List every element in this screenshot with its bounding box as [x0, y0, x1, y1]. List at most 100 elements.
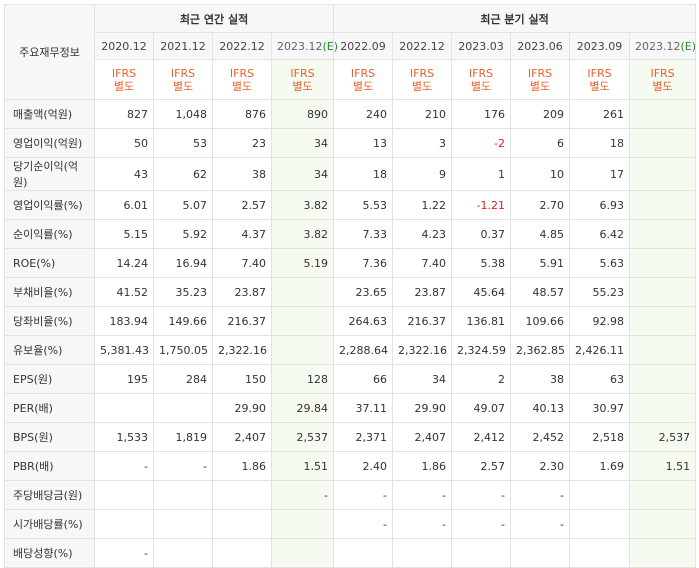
table-cell [212, 509, 272, 539]
table-cell: 29.90 [392, 393, 453, 423]
table-cell [629, 538, 697, 568]
table-cell: 7.40 [212, 248, 272, 278]
table-cell [94, 393, 154, 423]
table-cell [629, 219, 697, 249]
table-cell: 7.33 [333, 219, 394, 249]
annual-group-header: 최근 연간 실적 [93, 4, 335, 33]
table-cell [153, 393, 213, 423]
table-cell: 3.82 [270, 219, 335, 249]
table-cell: 5.63 [569, 248, 631, 278]
table-cell [510, 538, 571, 568]
row-label: 유보율(%) [4, 335, 95, 365]
row-label: EPS(원) [4, 364, 95, 394]
table-cell: 5,381.43 [94, 335, 154, 365]
ifrs-line2: 별도 [529, 79, 551, 93]
ifrs-basis-label: IFRS 별도 [569, 59, 631, 100]
ifrs-basis-label: IFRS 별도 [153, 59, 213, 100]
table-cell: -2 [451, 128, 512, 158]
table-cell: 7.40 [392, 248, 453, 278]
table-cell: 1.22 [392, 190, 453, 220]
quarterly-group-header: 최근 분기 실적 [333, 4, 697, 33]
table-cell: 9 [392, 157, 453, 191]
table-cell: 6 [510, 128, 571, 158]
table-cell [153, 538, 213, 568]
table-cell: 23.65 [333, 277, 394, 307]
table-cell: 29.84 [270, 393, 335, 423]
ifrs-line2: 별도 [652, 79, 673, 93]
table-cell: - [451, 480, 512, 510]
table-cell: 1.69 [569, 451, 631, 481]
period-header: 2022.12 [212, 32, 272, 60]
table-cell: 0.37 [451, 219, 512, 249]
estimate-marker: (E) [322, 39, 339, 53]
table-cell [270, 277, 335, 307]
ifrs-line1: IFRS [229, 66, 255, 80]
row-label: 주당배당금(원) [4, 480, 95, 510]
estimate-marker: (E) [680, 39, 697, 53]
table-cell: 34 [392, 364, 453, 394]
table-cell: 18 [333, 157, 394, 191]
table-cell: 149.66 [153, 306, 213, 336]
ifrs-line2: 별도 [352, 79, 374, 93]
table-cell: 150 [212, 364, 272, 394]
table-cell: 2.57 [212, 190, 272, 220]
table-cell: - [392, 480, 453, 510]
table-cell: - [510, 509, 571, 539]
table-cell: - [510, 480, 571, 510]
table-cell: - [153, 451, 213, 481]
period-label: 2023.12 [277, 39, 323, 53]
table-cell [629, 364, 697, 394]
table-cell: 17 [569, 157, 631, 191]
table-cell: 5.91 [510, 248, 571, 278]
table-cell: 2 [451, 364, 512, 394]
table-cell: 890 [270, 99, 335, 129]
table-cell: - [270, 480, 335, 510]
row-label: 순이익률(%) [4, 219, 95, 249]
table-cell: 40.13 [510, 393, 571, 423]
table-row: 시가배당률(%) - - - - [4, 509, 697, 539]
table-cell [212, 480, 272, 510]
period-header: 2022.12 [392, 32, 453, 60]
table-cell [629, 393, 697, 423]
table-cell: 2.30 [510, 451, 571, 481]
table-cell: 216.37 [392, 306, 453, 336]
financial-summary-table: 주요재무정보 최근 연간 실적 최근 분기 실적 2020.12 2021.12 2… [4, 4, 697, 568]
table-cell: 1.86 [212, 451, 272, 481]
table-row: 매출액(억원) 827 1,048 876 890 240 210 176 209 261 [4, 99, 697, 129]
table-cell [451, 538, 512, 568]
table-cell: 2.57 [451, 451, 512, 481]
period-label: 2022.12 [399, 39, 445, 53]
table-row: 주당배당금(원) - - - - - [4, 480, 697, 510]
table-cell: - [94, 538, 154, 568]
period-label: 2023.12 [635, 39, 681, 53]
ifrs-line2: 별도 [292, 79, 313, 93]
table-cell: 29.90 [212, 393, 272, 423]
table-cell: 876 [212, 99, 272, 129]
table-cell: 23.87 [392, 277, 453, 307]
table-cell: 195 [94, 364, 154, 394]
row-label: 영업이익(억원) [4, 128, 95, 158]
table-cell: 14.24 [94, 248, 154, 278]
period-label: 2023.09 [576, 39, 623, 53]
row-label: 배당성향(%) [4, 538, 95, 568]
ifrs-basis-label: IFRS 별도 [212, 59, 272, 100]
table-cell: 1,533 [94, 422, 154, 452]
ifrs-header-row: IFRS 별도 IFRS 별도 IFRS 별도 IFRS 별도 IFRS 별도 IFRS 별도 IFRS… [5, 59, 697, 100]
table-cell: 2,407 [392, 422, 453, 452]
ifrs-line1: IFRS [170, 66, 196, 80]
period-label: 2023.06 [517, 39, 563, 53]
period-header: 2023.03 [451, 32, 512, 60]
table-cell: 2,537 [270, 422, 335, 452]
table-cell [629, 99, 697, 129]
ifrs-line2: 별도 [113, 79, 135, 93]
table-cell: 2,407 [212, 422, 272, 452]
table-cell: 6.01 [94, 190, 154, 220]
row-label: 시가배당률(%) [4, 509, 95, 539]
ifrs-basis-label: IFRS 별도 [392, 59, 453, 100]
table-cell: 216.37 [212, 306, 272, 336]
table-cell: 6.93 [569, 190, 631, 220]
table-cell: 10 [510, 157, 571, 191]
table-cell: -1.21 [451, 190, 512, 220]
ifrs-line1: IFRS [290, 66, 315, 80]
table-cell: 5.15 [94, 219, 154, 249]
